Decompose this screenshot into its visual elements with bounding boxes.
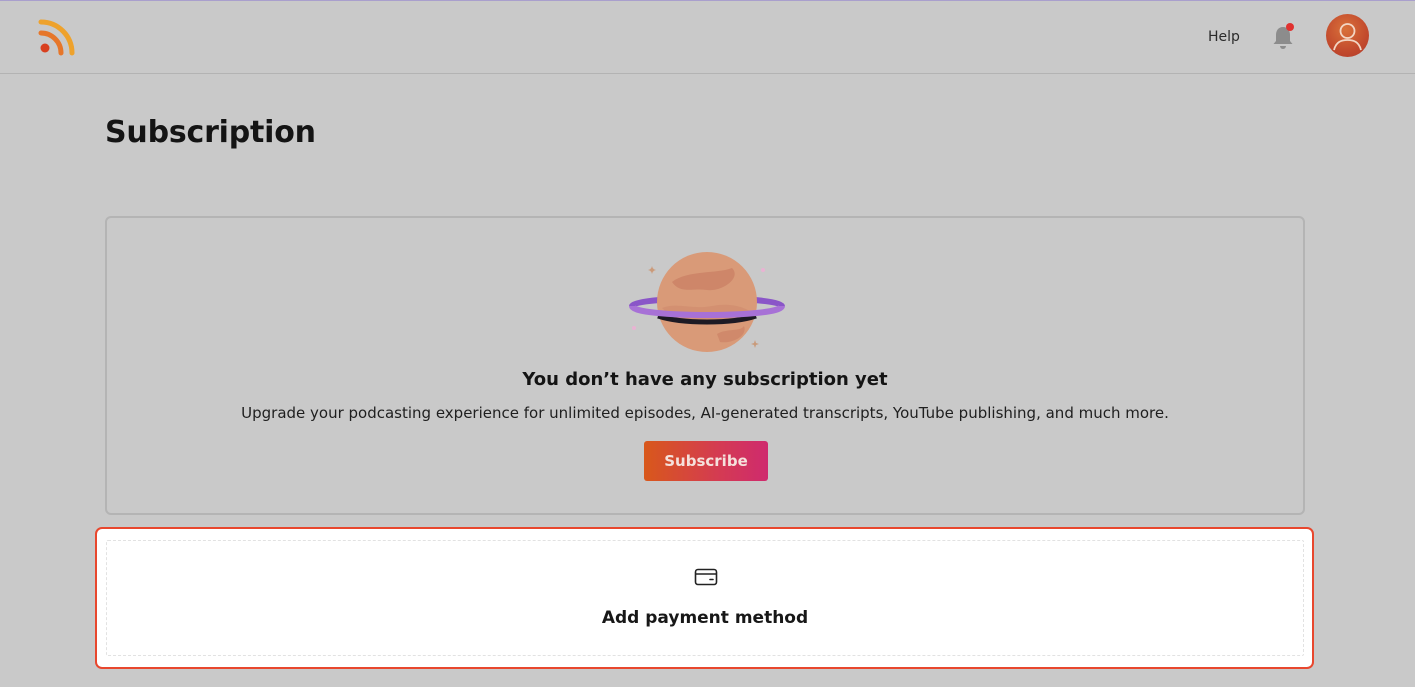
subscription-card: You don’t have any subscription yet Upgr… — [105, 216, 1305, 515]
empty-state-description: Upgrade your podcasting experience for u… — [241, 404, 1169, 422]
notification-dot — [1286, 23, 1294, 31]
bell-icon[interactable] — [1269, 21, 1297, 51]
add-payment-method-button[interactable]: Add payment method — [106, 540, 1304, 656]
rss-feed-logo-icon[interactable] — [38, 18, 76, 56]
add-payment-method-label: Add payment method — [601, 608, 809, 628]
empty-state-heading: You don’t have any subscription yet — [522, 369, 888, 390]
top-header: Help — [0, 0, 1415, 74]
subscribe-button[interactable]: Subscribe — [644, 441, 768, 481]
page-title: Subscription — [105, 115, 316, 150]
planet-illustration — [629, 252, 785, 352]
add-payment-highlight: Add payment method — [95, 527, 1314, 669]
help-link[interactable]: Help — [1208, 27, 1240, 47]
user-avatar-icon[interactable] — [1326, 14, 1369, 57]
credit-card-icon — [694, 568, 718, 586]
